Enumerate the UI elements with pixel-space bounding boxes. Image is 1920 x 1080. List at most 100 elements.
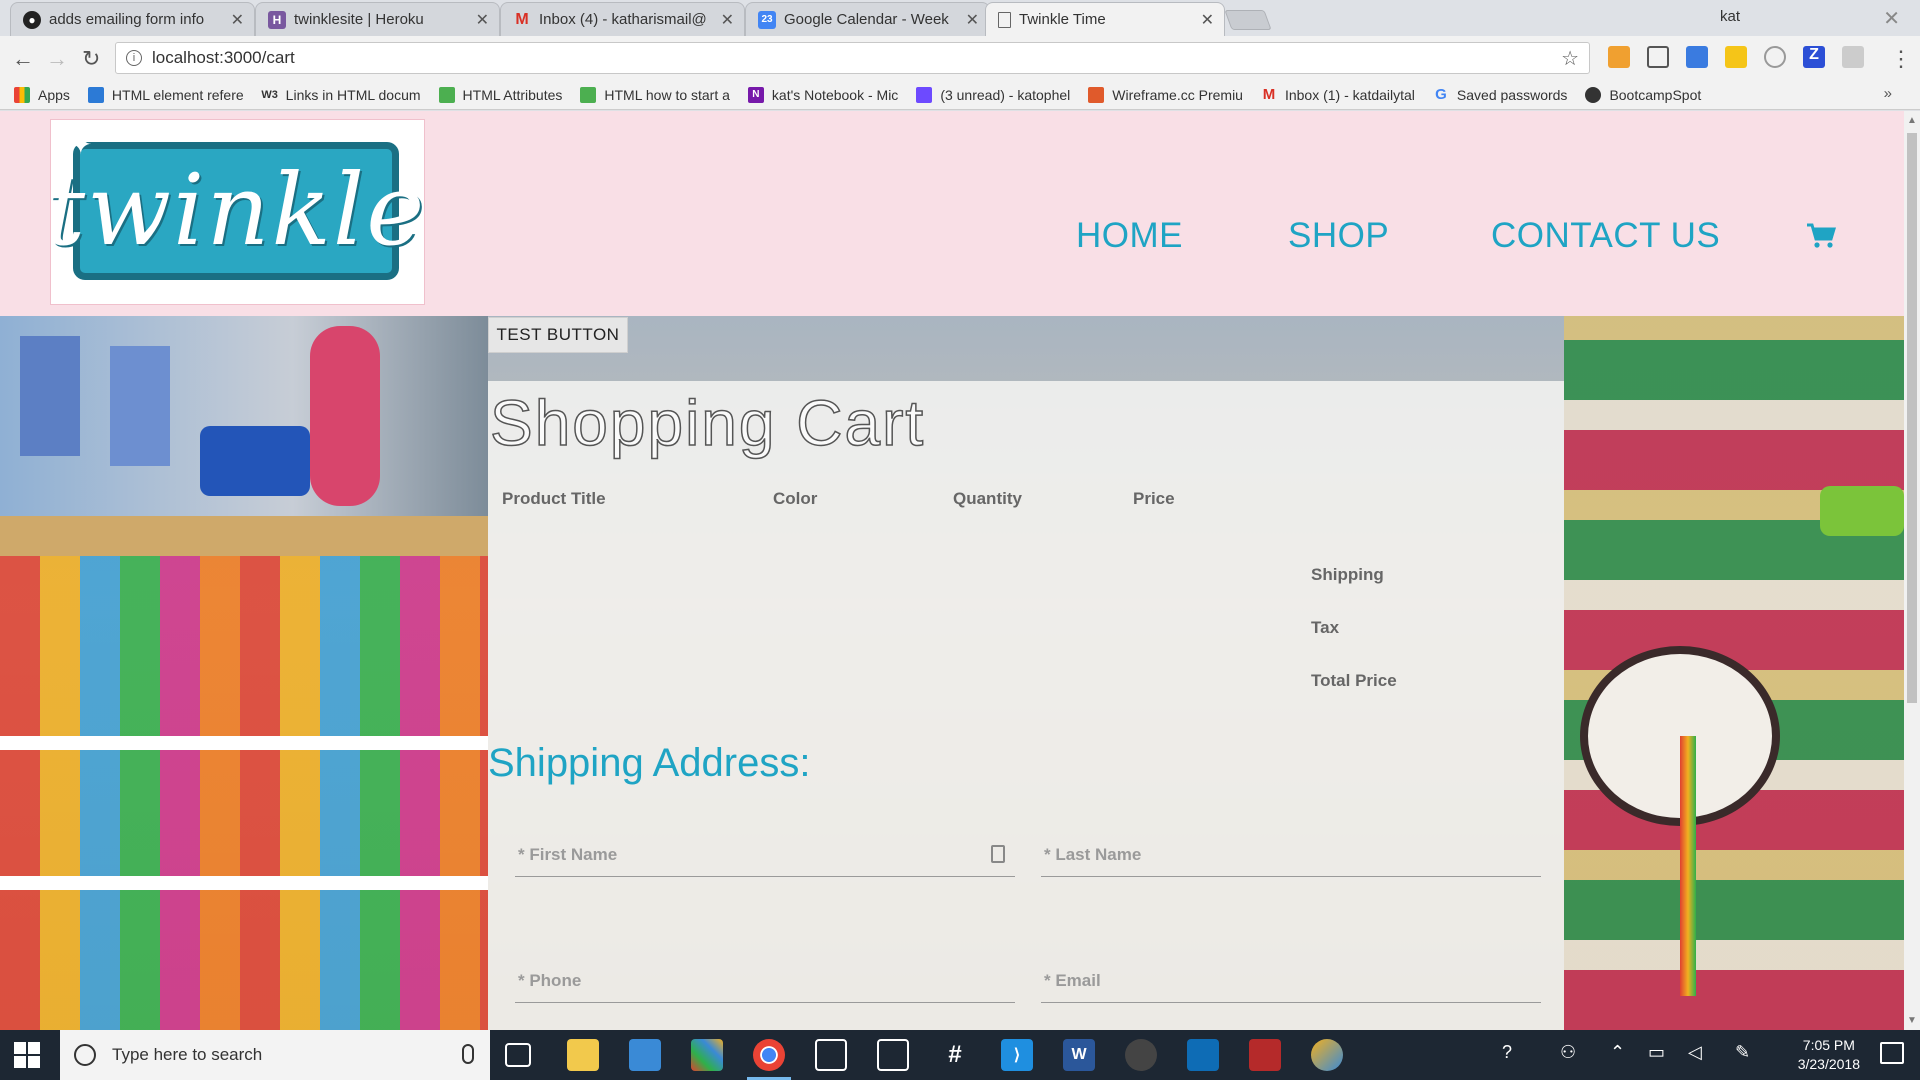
scroll-up-arrow-icon[interactable]: ▲ — [1907, 115, 1917, 126]
taskbar-search[interactable]: Type here to search — [60, 1030, 490, 1080]
bookmark-item[interactable]: HTML Attributes — [438, 86, 562, 103]
cortana-icon — [74, 1044, 96, 1066]
browser-toolbar: ← → ↻ i localhost:3000/cart ☆ Z ⋮ — [0, 36, 1920, 80]
vscode-icon[interactable]: ⟩ — [1001, 1039, 1033, 1071]
bookmark-label: Apps — [38, 86, 70, 103]
bookmark-apps[interactable]: Apps — [14, 86, 70, 103]
browser-tab-active[interactable]: Twinkle Time ✕ — [985, 2, 1225, 36]
extension-icon[interactable] — [1764, 46, 1786, 68]
bookmark-item[interactable]: BootcampSpot — [1585, 86, 1701, 103]
info-icon[interactable]: i — [126, 50, 142, 66]
clock-date: 3/23/2018 — [1797, 1056, 1860, 1072]
task-view-icon[interactable] — [505, 1043, 531, 1067]
last-name-field[interactable]: * Last Name — [1041, 841, 1541, 877]
zotero-icon[interactable]: Z — [1803, 46, 1825, 68]
chevron-up-icon[interactable]: ⌃ — [1610, 1042, 1625, 1063]
bookmark-item[interactable]: G Saved passwords — [1433, 86, 1568, 103]
column-header-price: Price — [1133, 489, 1175, 508]
browser-tab-strip: ● adds emailing form info ✕ H twinklesit… — [0, 0, 1920, 36]
pen-icon[interactable]: ✎ — [1735, 1042, 1750, 1063]
bookmark-item[interactable]: (3 unread) - katophel — [916, 86, 1070, 103]
system-clock[interactable]: 7:05 PM 3/23/2018 — [1798, 1036, 1860, 1074]
back-arrow-icon[interactable]: ← — [12, 46, 34, 72]
last-name-label: * Last Name — [1044, 845, 1142, 864]
nav-home[interactable]: HOME — [1076, 216, 1183, 256]
bookmark-star-icon[interactable]: ☆ — [1561, 46, 1579, 71]
chevron-right-icon[interactable]: » — [1884, 85, 1892, 102]
shopping-cart-icon[interactable] — [1806, 223, 1836, 249]
bookmark-item[interactable]: HTML element refere — [87, 86, 244, 103]
close-icon[interactable]: ✕ — [966, 10, 979, 30]
page-scrollbar[interactable]: ▲ ▼ — [1904, 111, 1920, 1030]
close-icon[interactable]: ✕ — [1201, 10, 1214, 30]
tab-title: Google Calendar - Week — [784, 11, 949, 28]
notifications-icon[interactable] — [1880, 1042, 1904, 1064]
volume-icon[interactable]: ◁ — [1688, 1042, 1702, 1063]
email-field[interactable]: * Email — [1041, 967, 1541, 1003]
bookmark-item[interactable]: M Inbox (1) - katdailytal — [1261, 86, 1415, 103]
browser-tab[interactable]: ● adds emailing form info ✕ — [10, 2, 255, 36]
address-bar[interactable]: i localhost:3000/cart ☆ — [115, 42, 1590, 74]
github-desktop-icon[interactable] — [1125, 1039, 1157, 1071]
file-explorer-icon[interactable] — [567, 1039, 599, 1071]
slack-icon[interactable]: # — [939, 1039, 971, 1071]
close-icon[interactable]: ✕ — [721, 10, 734, 30]
bookmark-item[interactable]: W3 Links in HTML docum — [261, 86, 421, 103]
nav-shop[interactable]: SHOP — [1288, 216, 1389, 256]
new-tab-button[interactable] — [1224, 10, 1272, 30]
mysql-workbench-icon[interactable] — [1187, 1039, 1219, 1071]
bookmark-label: Wireframe.cc Premiu — [1112, 86, 1243, 103]
reload-icon[interactable]: ↻ — [82, 46, 100, 72]
windows-taskbar: Type here to search # ⟩ W ? ⚇ ⌃ ▭ ◁ ✎ 7:… — [0, 1030, 1920, 1080]
calendar-icon[interactable] — [877, 1039, 909, 1071]
extension-icon[interactable] — [1686, 46, 1708, 68]
help-icon[interactable]: ? — [1502, 1042, 1512, 1063]
bookmark-label: HTML how to start a — [604, 86, 730, 103]
first-name-field[interactable]: * First Name — [515, 841, 1015, 877]
chrome-icon[interactable] — [747, 1039, 791, 1080]
bookmark-label: Saved passwords — [1456, 86, 1568, 103]
menu-kebab-icon[interactable]: ⋮ — [1890, 46, 1912, 72]
screenshot-icon[interactable] — [1647, 46, 1669, 68]
bookmark-item[interactable]: N kat's Notebook - Mic — [747, 86, 898, 103]
github-icon — [1585, 86, 1602, 103]
battery-icon[interactable]: ▭ — [1648, 1042, 1665, 1063]
paint-icon[interactable] — [1311, 1039, 1343, 1071]
tab-title: Twinkle Time — [1019, 11, 1106, 28]
people-icon[interactable]: ⚇ — [1560, 1042, 1576, 1063]
store-icon[interactable] — [629, 1039, 661, 1071]
scroll-down-arrow-icon[interactable]: ▼ — [1907, 1015, 1917, 1026]
browser-tab[interactable]: M Inbox (4) - katharismail@ ✕ — [500, 2, 745, 36]
calculator-icon[interactable] — [815, 1039, 847, 1071]
bookmark-item[interactable]: Wireframe.cc Premiu — [1088, 86, 1243, 103]
app-icon[interactable] — [1249, 1039, 1281, 1071]
scrollbar-thumb[interactable] — [1907, 133, 1917, 703]
bookmark-item[interactable]: HTML how to start a — [580, 86, 730, 103]
search-placeholder: Type here to search — [112, 1045, 263, 1064]
wireframe-icon — [1088, 86, 1105, 103]
browser-tab[interactable]: 23 Google Calendar - Week ✕ — [745, 2, 990, 36]
test-button[interactable]: TEST BUTTON — [488, 317, 628, 353]
window-close-icon[interactable]: ✕ — [1883, 6, 1900, 31]
extension-icon[interactable] — [1725, 46, 1747, 68]
nav-contact-us[interactable]: CONTACT US — [1491, 216, 1720, 256]
app-icon[interactable] — [691, 1039, 723, 1071]
close-icon[interactable]: ✕ — [231, 10, 244, 30]
extension-icon[interactable] — [1608, 46, 1630, 68]
w3schools-icon — [580, 86, 597, 103]
profile-name[interactable]: kat — [1720, 8, 1740, 25]
apps-grid-icon — [14, 86, 30, 103]
camera-icon[interactable] — [1842, 46, 1864, 68]
bookmark-label: HTML element refere — [111, 86, 244, 103]
autofill-contact-icon[interactable] — [991, 845, 1005, 863]
forward-arrow-icon[interactable]: → — [46, 46, 68, 72]
logo-text: twinkle — [45, 154, 427, 268]
windows-start-icon[interactable] — [14, 1042, 40, 1068]
phone-field[interactable]: * Phone — [515, 967, 1015, 1003]
close-icon[interactable]: ✕ — [476, 10, 489, 30]
site-logo[interactable]: twinkle ✦ ✦ — [46, 119, 425, 305]
browser-tab[interactable]: H twinklesite | Heroku ✕ — [255, 2, 500, 36]
bookmark-label: Links in HTML docum — [285, 86, 421, 103]
word-icon[interactable]: W — [1063, 1039, 1095, 1071]
microphone-icon[interactable] — [462, 1044, 474, 1064]
